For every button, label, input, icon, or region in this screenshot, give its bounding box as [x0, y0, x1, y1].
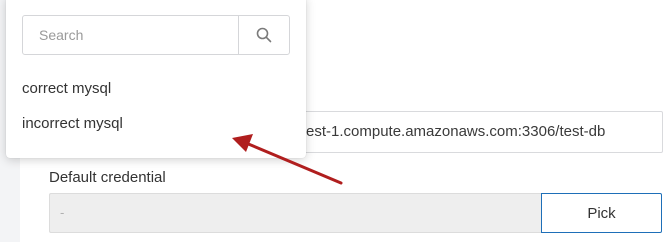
connection-url-value: est-1.compute.amazonaws.com:3306/test-db: [306, 123, 606, 140]
option-correct-mysql[interactable]: correct mysql: [22, 75, 282, 103]
search-icon: [256, 27, 272, 43]
pick-button[interactable]: Pick: [541, 193, 662, 233]
default-credential-value: -: [60, 205, 65, 220]
search-button[interactable]: [238, 16, 289, 54]
default-credential-field: -: [49, 193, 542, 233]
option-incorrect-mysql[interactable]: incorrect mysql: [22, 110, 282, 138]
search-input[interactable]: [23, 16, 238, 54]
search-box: [22, 15, 290, 55]
default-credential-label: Default credential: [49, 169, 166, 186]
credential-dropdown: correct mysql incorrect mysql: [6, 0, 306, 158]
